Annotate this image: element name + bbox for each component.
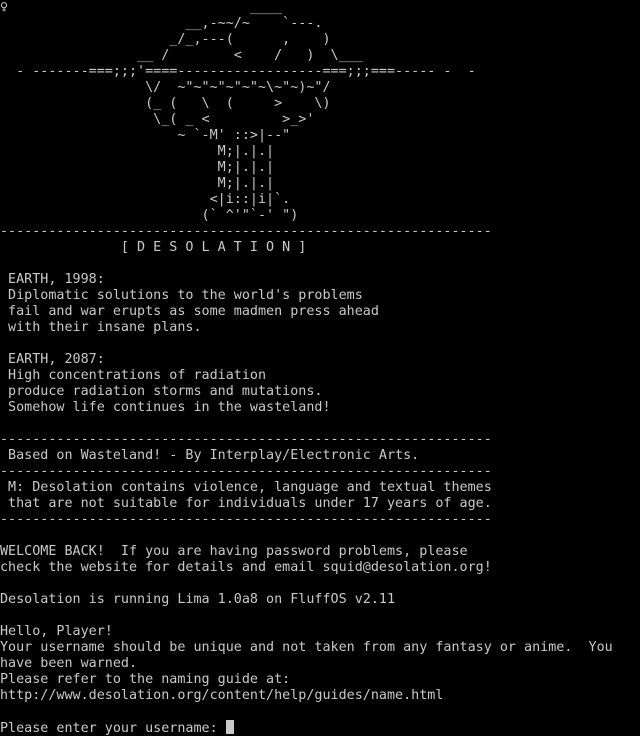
terminal-line: fail and war erupts as some madmen press… (0, 304, 640, 320)
line-text: that are not suitable for individuals un… (0, 496, 492, 511)
line-text: ----------------------------------------… (0, 432, 492, 447)
line-text: <|i::|i|`. (0, 192, 291, 207)
line-text: ----------------------------------------… (0, 464, 492, 479)
terminal-line: [ D E S O L A T I O N ] (0, 240, 640, 256)
terminal-line: __ / < / ) \___ (0, 48, 640, 64)
terminal-line: M;|.|.| (0, 176, 640, 192)
terminal-line: with their insane plans. (0, 320, 640, 336)
terminal-line: M;|.|.| (0, 144, 640, 160)
terminal-line: have been warned. (0, 656, 640, 672)
terminal-line: <|i::|i|`. (0, 192, 640, 208)
line-text: Hello, Player! (0, 624, 113, 639)
terminal-line: EARTH, 2087: (0, 352, 640, 368)
line-text: Diplomatic solutions to the world's prob… (0, 288, 363, 303)
terminal-line: (_ ( \ ( > \) (0, 96, 640, 112)
line-text: ♀ ____ (0, 0, 283, 15)
terminal-line: Please refer to the naming guide at: (0, 672, 640, 688)
terminal-line: \/ ~"~"~"~"~"~\~"~)~"/ (0, 80, 640, 96)
line-text: fail and war erupts as some madmen press… (0, 304, 379, 319)
prompt-label: Please enter your username: (0, 721, 226, 736)
username-prompt[interactable]: Please enter your username: (0, 720, 640, 736)
terminal-line: Hello, Player! (0, 624, 640, 640)
line-text: http://www.desolation.org/content/help/g… (0, 688, 444, 703)
terminal-line: ----------------------------------------… (0, 224, 640, 240)
terminal-line: M: Desolation contains violence, languag… (0, 480, 640, 496)
line-text: with their insane plans. (0, 320, 202, 335)
terminal-line: ----------------------------------------… (0, 464, 640, 480)
terminal-line: ~ `-M' ::>|--" (0, 128, 640, 144)
terminal-line: \_( _ < >_>' (0, 112, 640, 128)
line-text: check the website for details and email … (0, 560, 492, 575)
line-text: - -------===;;;'====------------------==… (0, 64, 476, 79)
line-text: (` ^'"`-' ") (0, 208, 299, 223)
terminal-line: ----------------------------------------… (0, 512, 640, 528)
terminal-line: (` ^'"`-' ") (0, 208, 640, 224)
terminal-line: - -------===;;;'====------------------==… (0, 64, 640, 80)
line-text: __ / < / ) \___ (0, 48, 363, 63)
line-text: M;|.|.| (0, 176, 275, 191)
line-text: [ D E S O L A T I O N ] (0, 240, 307, 255)
terminal-line: produce radiation storms and mutations. (0, 384, 640, 400)
terminal-screen[interactable]: ♀ ____ __,-~~/~ `---. _/_,---( , ) __ / … (0, 0, 640, 736)
line-text: Your username should be unique and not t… (0, 640, 613, 655)
terminal-line: __,-~~/~ `---. (0, 16, 640, 32)
line-text: M;|.|.| (0, 160, 275, 175)
line-text: (_ ( \ ( > \) (0, 96, 331, 111)
terminal-line: Desolation is running Lima 1.0a8 on Fluf… (0, 592, 640, 608)
line-text: Somehow life continues in the wasteland! (0, 400, 331, 415)
line-text: \_( _ < >_>' (0, 112, 315, 127)
terminal-line: that are not suitable for individuals un… (0, 496, 640, 512)
line-text: M;|.|.| (0, 144, 275, 159)
line-text: _/_,---( , ) (0, 32, 331, 47)
line-text: ~ `-M' ::>|--" (0, 128, 291, 143)
terminal-line: http://www.desolation.org/content/help/g… (0, 688, 640, 704)
terminal-line: _/_,---( , ) (0, 32, 640, 48)
line-text: Desolation is running Lima 1.0a8 on Fluf… (0, 592, 396, 607)
terminal-output: ♀ ____ __,-~~/~ `---. _/_,---( , ) __ / … (0, 0, 640, 736)
line-text: EARTH, 2087: (0, 352, 105, 367)
line-text: M: Desolation contains violence, languag… (0, 480, 492, 495)
terminal-line: Based on Wasteland! - By Interplay/Elect… (0, 448, 640, 464)
line-text: \/ ~"~"~"~"~"~\~"~)~"/ (0, 80, 331, 95)
terminal-line: High concentrations of radiation (0, 368, 640, 384)
terminal-line: ----------------------------------------… (0, 432, 640, 448)
line-text: ----------------------------------------… (0, 224, 492, 239)
line-text: High concentrations of radiation (0, 368, 267, 383)
terminal-line: EARTH, 1998: (0, 272, 640, 288)
terminal-line: Diplomatic solutions to the world's prob… (0, 288, 640, 304)
terminal-line: M;|.|.| (0, 160, 640, 176)
terminal-line: ♀ ____ (0, 0, 640, 16)
line-text: Please refer to the naming guide at: (0, 672, 291, 687)
line-text: produce radiation storms and mutations. (0, 384, 323, 399)
line-text: WELCOME BACK! If you are having password… (0, 544, 468, 559)
line-text: Based on Wasteland! - By Interplay/Elect… (0, 448, 420, 463)
line-text: ----------------------------------------… (0, 512, 492, 527)
line-text: __,-~~/~ `---. (0, 16, 323, 31)
terminal-line: WELCOME BACK! If you are having password… (0, 544, 640, 560)
line-text: have been warned. (0, 656, 138, 671)
line-text: EARTH, 1998: (0, 272, 105, 287)
text-cursor[interactable] (225, 720, 234, 734)
terminal-line: Somehow life continues in the wasteland! (0, 400, 640, 416)
terminal-line: Your username should be unique and not t… (0, 640, 640, 656)
terminal-line: check the website for details and email … (0, 560, 640, 576)
